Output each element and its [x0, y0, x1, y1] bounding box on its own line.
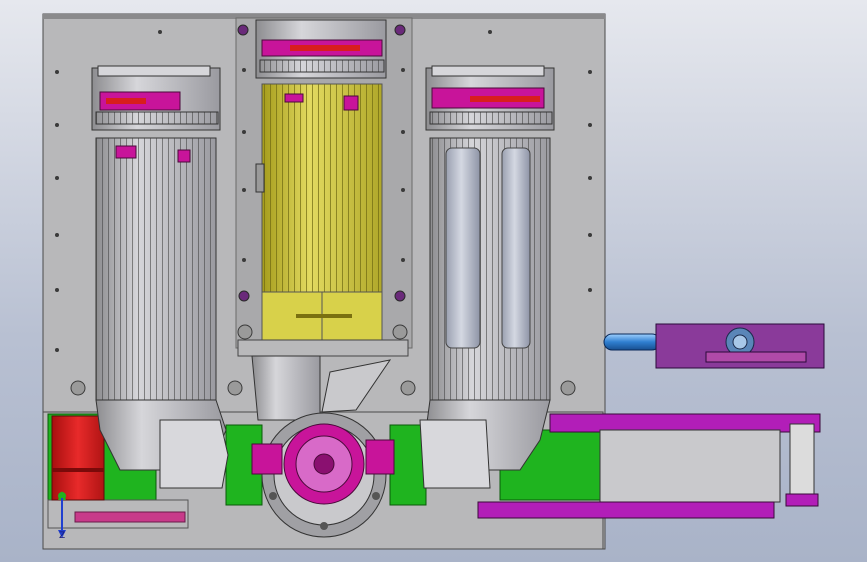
drive-shaft[interactable] [603, 323, 825, 369]
axis-z-label: Z [59, 531, 66, 541]
red-actuator[interactable] [51, 415, 105, 501]
assembly-drawing [42, 13, 825, 550]
cad-viewport[interactable]: Z [0, 0, 867, 562]
right-motor[interactable] [419, 65, 555, 489]
left-motor[interactable] [91, 65, 229, 489]
